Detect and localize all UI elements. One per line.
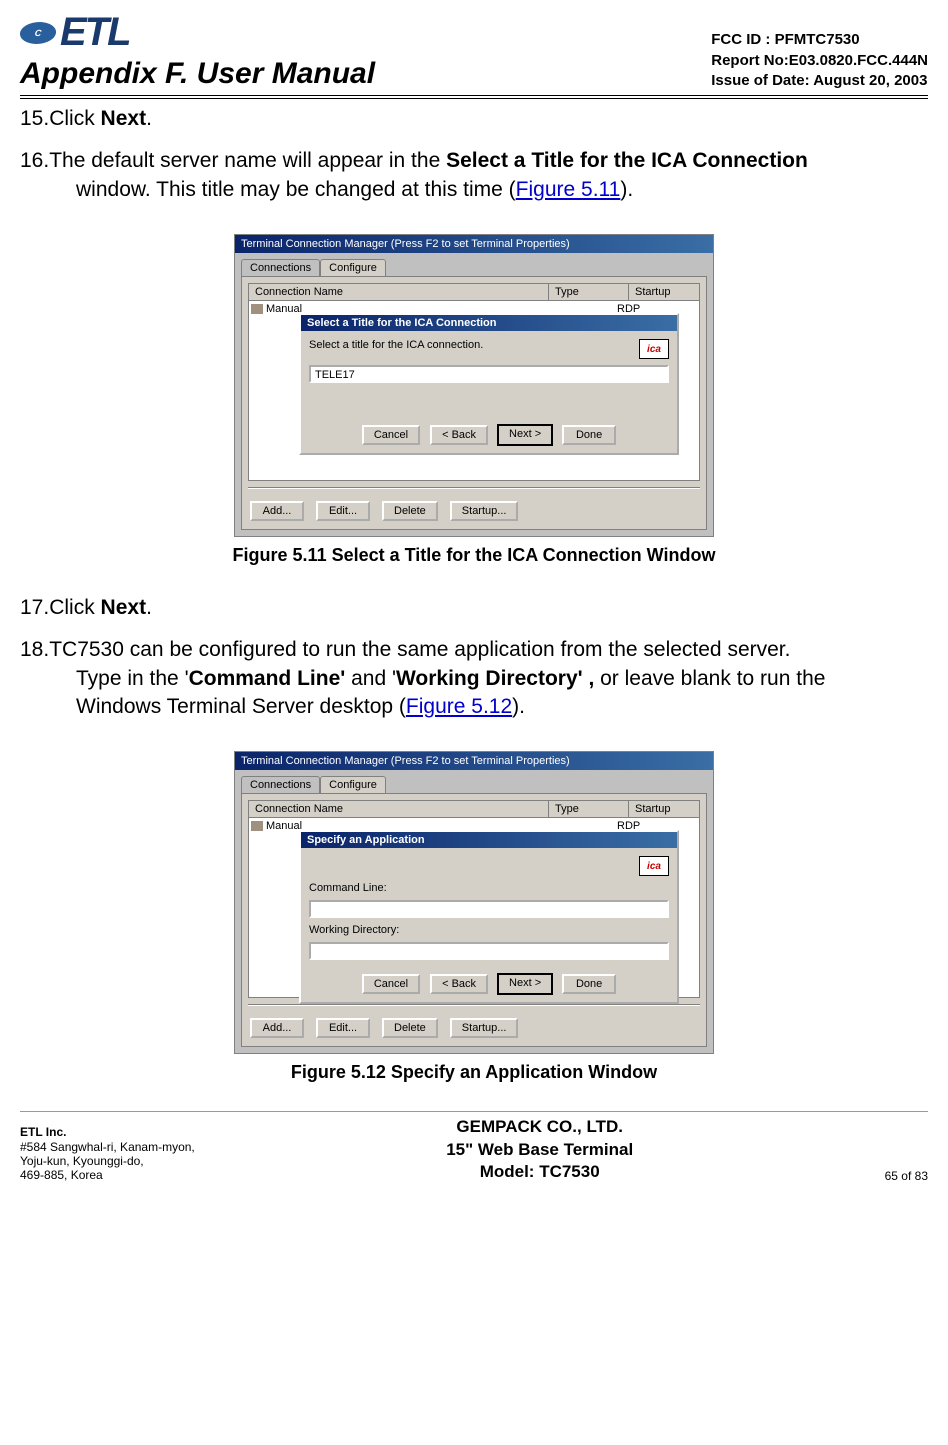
ica-logo-icon: ica bbox=[639, 856, 669, 876]
configure-panel: Connection Name Type Startup Manual RDP … bbox=[241, 276, 707, 530]
done-button[interactable]: Done bbox=[562, 425, 616, 445]
title-input[interactable]: TELE17 bbox=[309, 365, 669, 383]
figure-5-12-link[interactable]: Figure 5.12 bbox=[406, 695, 512, 718]
next-button[interactable]: Next > bbox=[498, 425, 552, 445]
command-line-label: Command Line: bbox=[309, 882, 669, 894]
configure-panel: Connection Name Type Startup Manual RDP … bbox=[241, 793, 707, 1047]
edit-button[interactable]: Edit... bbox=[316, 501, 370, 521]
done-button[interactable]: Done bbox=[562, 974, 616, 994]
dialog-titlebar: Specify an Application bbox=[301, 832, 677, 848]
dialog-titlebar: Select a Title for the ICA Connection bbox=[301, 315, 677, 331]
specify-application-dialog: Specify an Application ica Command Line:… bbox=[299, 830, 679, 1004]
connections-list: Manual RDP Select a Title for the ICA Co… bbox=[248, 301, 700, 481]
select-title-dialog: Select a Title for the ICA Connection Se… bbox=[299, 313, 679, 455]
list-header: Connection Name Type Startup bbox=[248, 800, 700, 818]
connection-icon bbox=[251, 304, 263, 314]
add-button[interactable]: Add... bbox=[250, 501, 304, 521]
connection-icon bbox=[251, 821, 263, 831]
cancel-button[interactable]: Cancel bbox=[362, 974, 420, 994]
page-footer: ETL Inc. #584 Sangwhal-ri, Kanam-myon, Y… bbox=[20, 1111, 928, 1182]
step-15: 15.Click Next. bbox=[48, 105, 928, 133]
tabs: Connections Configure bbox=[235, 770, 713, 793]
step-17: 17.Click Next. bbox=[48, 594, 928, 622]
header-meta: FCC ID : PFMTC7530 Report No:E03.0820.FC… bbox=[711, 30, 928, 91]
window-titlebar: Terminal Connection Manager (Press F2 to… bbox=[235, 235, 713, 253]
next-button[interactable]: Next > bbox=[498, 974, 552, 994]
edit-button[interactable]: Edit... bbox=[316, 1018, 370, 1038]
page-number: 65 of 83 bbox=[885, 1169, 928, 1183]
col-type: Type bbox=[549, 801, 629, 817]
figure-5-11-screenshot: Terminal Connection Manager (Press F2 to… bbox=[234, 234, 714, 537]
delete-button[interactable]: Delete bbox=[382, 501, 438, 521]
figure-5-11-caption: Figure 5.11 Select a Title for the ICA C… bbox=[20, 545, 928, 566]
connections-list: Manual RDP Specify an Application ica Co… bbox=[248, 818, 700, 998]
window-titlebar: Terminal Connection Manager (Press F2 to… bbox=[235, 752, 713, 770]
tab-configure[interactable]: Configure bbox=[320, 776, 386, 793]
fcc-id: FCC ID : PFMTC7530 bbox=[711, 30, 928, 50]
col-connection-name: Connection Name bbox=[249, 801, 549, 817]
dialog-text: Select a title for the ICA connection. bbox=[309, 339, 483, 351]
etl-logo: C ETL bbox=[20, 10, 375, 55]
tab-configure[interactable]: Configure bbox=[320, 259, 386, 276]
cancel-button[interactable]: Cancel bbox=[362, 425, 420, 445]
add-button[interactable]: Add... bbox=[250, 1018, 304, 1038]
col-startup: Startup bbox=[629, 801, 699, 817]
footer-address: ETL Inc. #584 Sangwhal-ri, Kanam-myon, Y… bbox=[20, 1125, 195, 1183]
back-button[interactable]: < Back bbox=[430, 974, 488, 994]
figure-5-12-caption: Figure 5.12 Specify an Application Windo… bbox=[20, 1062, 928, 1083]
separator bbox=[248, 1004, 700, 1006]
tab-connections[interactable]: Connections bbox=[241, 259, 320, 276]
figure-5-11-link[interactable]: Figure 5.11 bbox=[516, 178, 621, 201]
logo-text: ETL bbox=[60, 10, 130, 55]
col-type: Type bbox=[549, 284, 629, 300]
issue-date: Issue of Date: August 20, 2003 bbox=[711, 71, 928, 91]
delete-button[interactable]: Delete bbox=[382, 1018, 438, 1038]
appendix-title: Appendix F. User Manual bbox=[20, 57, 375, 91]
tabs: Connections Configure bbox=[235, 253, 713, 276]
startup-button[interactable]: Startup... bbox=[450, 501, 519, 521]
logo-mark-icon: C bbox=[18, 22, 57, 44]
step-18: 18.TC7530 can be configured to run the s… bbox=[48, 636, 928, 721]
logo-block: C ETL Appendix F. User Manual bbox=[20, 10, 375, 91]
col-connection-name: Connection Name bbox=[249, 284, 549, 300]
working-directory-input[interactable] bbox=[309, 942, 669, 960]
list-header: Connection Name Type Startup bbox=[248, 283, 700, 301]
page-header: C ETL Appendix F. User Manual FCC ID : P… bbox=[20, 10, 928, 99]
col-startup: Startup bbox=[629, 284, 699, 300]
startup-button[interactable]: Startup... bbox=[450, 1018, 519, 1038]
separator bbox=[248, 487, 700, 489]
tab-connections[interactable]: Connections bbox=[241, 776, 320, 793]
ica-logo-icon: ica bbox=[639, 339, 669, 359]
figure-5-12-screenshot: Terminal Connection Manager (Press F2 to… bbox=[234, 751, 714, 1054]
report-no: Report No:E03.0820.FCC.444N bbox=[711, 51, 928, 71]
command-line-input[interactable] bbox=[309, 900, 669, 918]
footer-product: GEMPACK CO., LTD. 15" Web Base Terminal … bbox=[446, 1116, 633, 1182]
working-directory-label: Working Directory: bbox=[309, 924, 669, 936]
step-16: 16.The default server name will appear i… bbox=[48, 147, 928, 204]
back-button[interactable]: < Back bbox=[430, 425, 488, 445]
